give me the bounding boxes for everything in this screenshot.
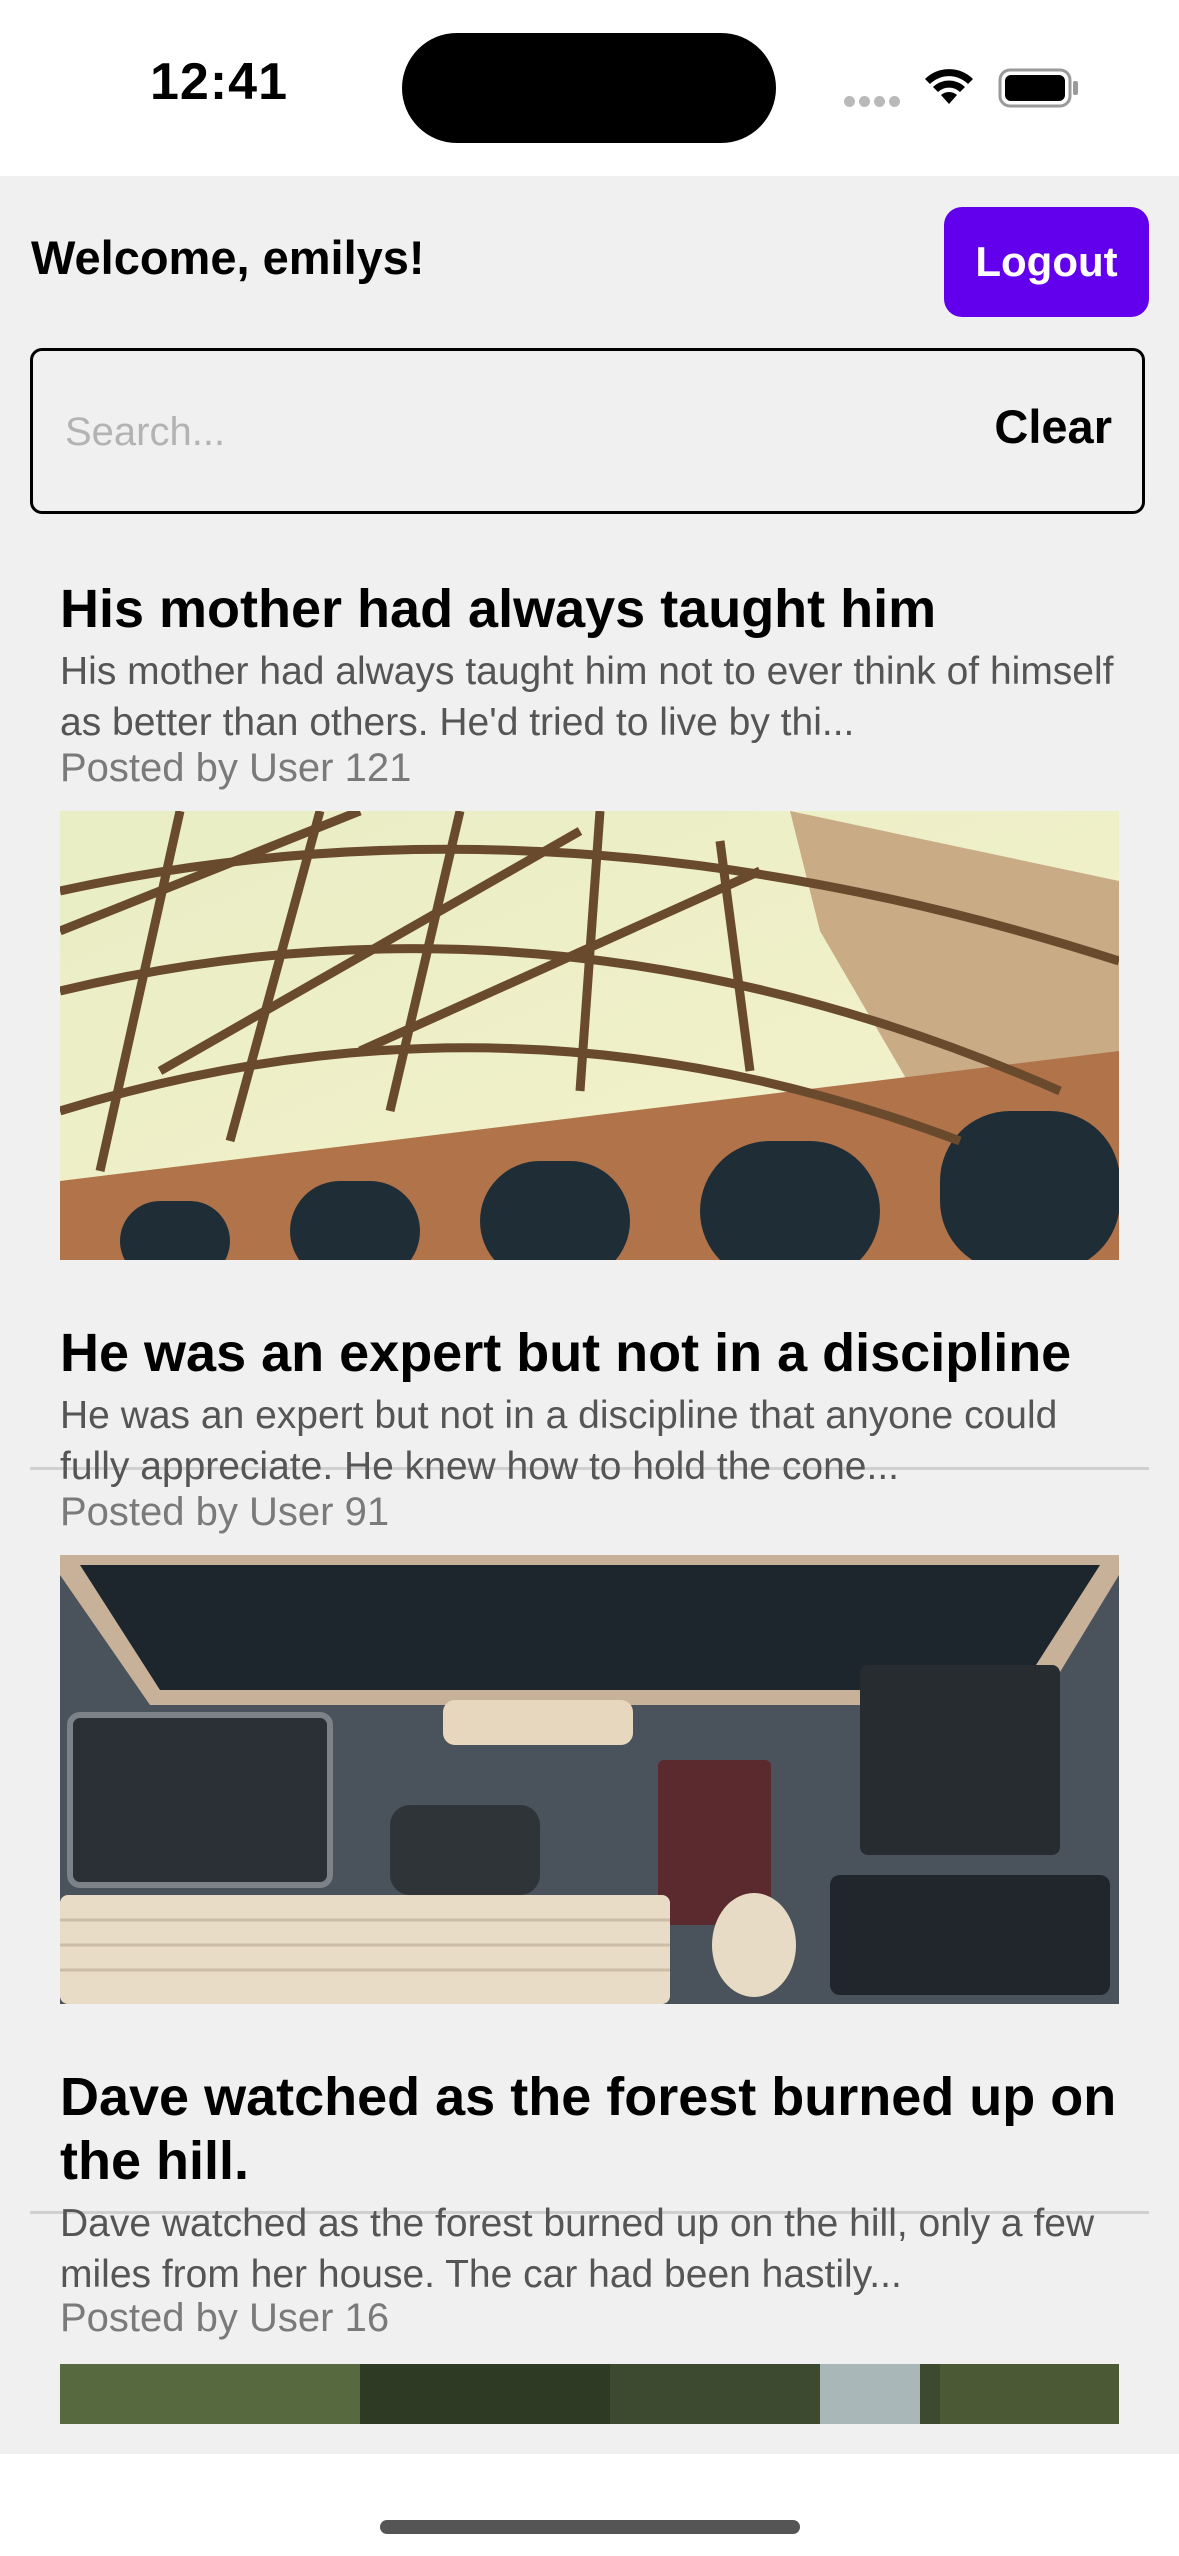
desk-setup-photo bbox=[60, 1555, 1119, 2004]
post-author: Posted by User 121 bbox=[60, 746, 412, 790]
logout-button[interactable]: Logout bbox=[944, 207, 1149, 317]
status-bar: 12:41 bbox=[0, 0, 1179, 176]
bridge-photo bbox=[60, 811, 1119, 1260]
post-title: Dave watched as the forest burned up on … bbox=[60, 2067, 1117, 2191]
post-card[interactable]: Dave watched as the forest burned up on … bbox=[30, 2034, 1149, 2454]
post-title: He was an expert but not in a discipline bbox=[60, 1323, 1072, 1383]
battery-icon bbox=[998, 68, 1078, 108]
post-title: His mother had always taught him bbox=[60, 579, 937, 639]
status-time: 12:41 bbox=[150, 53, 288, 111]
post-image bbox=[60, 2364, 1119, 2424]
clear-button[interactable]: Clear bbox=[994, 399, 1112, 454]
post-body: Dave watched as the forest burned up on … bbox=[60, 2202, 1095, 2296]
home-bar bbox=[0, 2454, 1179, 2556]
welcome-text: Welcome, emilys! bbox=[31, 231, 425, 284]
wifi-icon bbox=[925, 69, 973, 104]
search-box: Clear bbox=[30, 348, 1145, 514]
post-image bbox=[60, 1555, 1119, 2004]
app-content: Welcome, emilys! Logout Clear His mother… bbox=[0, 176, 1179, 2454]
forest-photo bbox=[60, 2364, 1119, 2424]
search-input[interactable] bbox=[63, 351, 947, 513]
post-author: Posted by User 91 bbox=[60, 1490, 390, 1534]
post-author: Posted by User 16 bbox=[60, 2296, 390, 2340]
post-image bbox=[60, 811, 1119, 1260]
post-body: His mother had always taught him not to … bbox=[60, 650, 1114, 744]
signal-dots-icon bbox=[844, 94, 904, 112]
post-body: He was an expert but not in a discipline… bbox=[60, 1394, 1058, 1488]
home-indicator[interactable] bbox=[380, 2520, 800, 2534]
dynamic-island bbox=[402, 33, 776, 143]
